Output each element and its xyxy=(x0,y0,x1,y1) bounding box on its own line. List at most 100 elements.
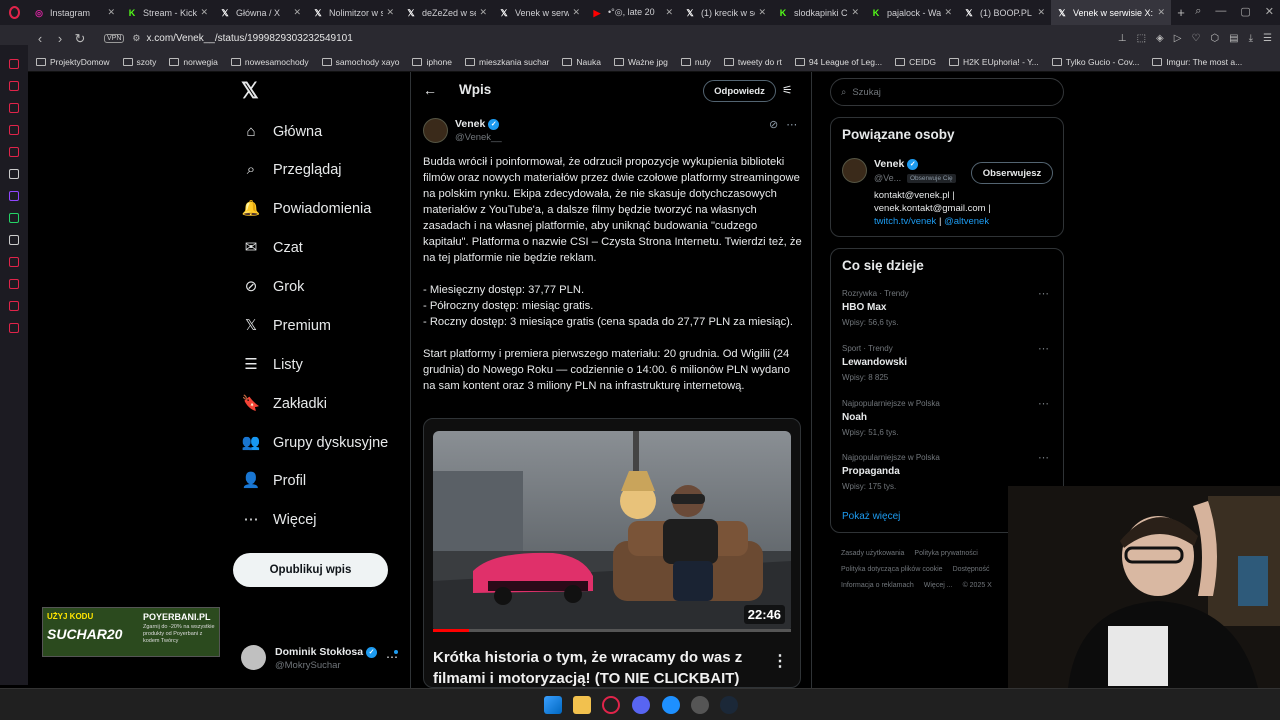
file-explorer-icon[interactable] xyxy=(573,696,591,714)
snapshot-icon[interactable]: ⬚ xyxy=(1137,33,1146,44)
nav-item-zakładki[interactable]: 🔖 Zakładki xyxy=(241,392,327,416)
bio-mention[interactable]: @altvenek xyxy=(944,216,989,227)
windows-start-icon[interactable] xyxy=(544,696,562,714)
browser-tab[interactable]: 𝕏 (1) BOOP.PL w✕ xyxy=(958,0,1051,25)
back-nav-icon[interactable]: ‹ xyxy=(30,31,50,46)
video-progress[interactable] xyxy=(433,629,791,632)
footer-link[interactable]: Dostępność xyxy=(953,562,990,578)
footer-link[interactable]: Zasady użytkowania xyxy=(841,546,904,562)
nav-item-powiadomienia[interactable]: 🔔 Powiadomienia xyxy=(241,197,372,221)
heart-icon[interactable]: ♡ xyxy=(1191,33,1200,44)
close-tab-icon[interactable]: ✕ xyxy=(758,7,766,18)
download-icon[interactable]: ⤓ xyxy=(1249,33,1253,44)
minimize-button[interactable]: — xyxy=(1215,5,1226,18)
account-switcher[interactable]: Dominik Stokłosa ✓ @MokrySuchar ⋯ xyxy=(241,645,406,675)
bookmark-item[interactable]: samochody xayo xyxy=(321,57,399,67)
close-tab-icon[interactable]: ✕ xyxy=(200,7,208,18)
footer-link[interactable]: Więcej ... xyxy=(924,578,953,594)
obs-icon[interactable] xyxy=(691,696,709,714)
steam-icon[interactable] xyxy=(720,696,738,714)
nav-item-czat[interactable]: ✉ Czat xyxy=(241,236,303,260)
discord-icon[interactable] xyxy=(632,696,650,714)
close-tab-icon[interactable]: ✕ xyxy=(479,7,487,18)
bookmark-item[interactable]: Tylko Gucio - Cov... xyxy=(1051,57,1139,67)
trend-more-icon[interactable]: ⋯ xyxy=(1038,397,1049,410)
nav-item-przeglądaj[interactable]: ⌕ Przeglądaj xyxy=(241,158,342,182)
x-logo-icon[interactable]: 𝕏 xyxy=(241,78,259,104)
nav-item-grupy-dyskusyjne[interactable]: 👥 Grupy dyskusyjne xyxy=(241,431,389,455)
sidebar-history-icon[interactable] xyxy=(9,81,19,91)
close-tab-icon[interactable]: ✕ xyxy=(851,7,859,18)
sidebar-messenger-icon[interactable] xyxy=(9,59,19,69)
sidebar-music-icon[interactable] xyxy=(9,257,19,267)
sidebar-mail-icon[interactable] xyxy=(9,147,19,157)
browser-tab[interactable]: 𝕏 Venek w serwis✕ xyxy=(493,0,586,25)
search-tabs-icon[interactable]: ⌕ xyxy=(1195,5,1201,18)
sidebar-settings-icon[interactable] xyxy=(9,323,19,333)
close-tab-icon[interactable]: ✕ xyxy=(107,7,115,18)
sidebar-twitch-icon[interactable] xyxy=(9,191,19,201)
back-arrow-icon[interactable]: ← xyxy=(423,82,437,98)
related-handle[interactable]: @Ve... xyxy=(874,173,901,183)
trend-more-icon[interactable]: ⋯ xyxy=(1038,451,1049,464)
sidebar-aria-icon[interactable] xyxy=(9,169,19,179)
author-name[interactable]: Venek xyxy=(455,118,485,130)
new-tab-button[interactable]: + xyxy=(1171,5,1191,20)
grok-icon[interactable]: ⊘ xyxy=(769,118,778,131)
nav-item-grok[interactable]: ⊘ Grok xyxy=(241,275,305,299)
opera-logo-icon[interactable] xyxy=(0,0,28,25)
browser-tab[interactable]: 𝕏 Główna / X ✕ xyxy=(214,0,307,25)
site-info-icon[interactable]: ⚙ xyxy=(132,33,140,44)
bookmark-item[interactable]: tweety do rt xyxy=(723,57,782,67)
messenger-icon[interactable] xyxy=(662,696,680,714)
sidebar-bag-icon[interactable] xyxy=(9,103,19,113)
browser-tab[interactable]: 𝕏 Venek w serwisie X: „Bud✕ xyxy=(1051,0,1171,25)
browser-tab[interactable]: ◎ Instagram ✕ xyxy=(28,0,121,25)
settings-sliders-icon[interactable]: ⚟ xyxy=(782,83,793,97)
bookmark-item[interactable]: H2K EUphoria! - Y... xyxy=(949,57,1039,67)
video-thumbnail[interactable]: 22:46 xyxy=(433,431,791,632)
shield-icon[interactable]: ◈ xyxy=(1156,33,1164,44)
sidebar-clock-icon[interactable] xyxy=(9,279,19,289)
bookmark-item[interactable]: Nauka xyxy=(562,57,601,67)
footer-link[interactable]: Informacja o reklamach xyxy=(841,578,914,594)
nav-item-główna[interactable]: ⌂ Główna xyxy=(241,120,322,144)
nav-item-listy[interactable]: ☰ Listy xyxy=(241,353,303,377)
close-tab-icon[interactable]: ✕ xyxy=(1157,7,1165,18)
trend-more-icon[interactable]: ⋯ xyxy=(1038,342,1049,355)
video-more-icon[interactable]: ⋮ xyxy=(772,651,788,671)
opera-taskbar-icon[interactable] xyxy=(602,696,620,714)
maximize-button[interactable]: ▢ xyxy=(1240,5,1250,18)
bookmark-item[interactable]: iphone xyxy=(412,57,452,67)
url-field[interactable]: x.com/Venek__/status/1999829303232549101 xyxy=(146,33,1117,44)
browser-tab[interactable]: ▶ •°◎, late 20 ✕ xyxy=(586,0,679,25)
browser-tab[interactable]: Kpajalock - Watc✕ xyxy=(865,0,958,25)
show-more-link[interactable]: Pokaż więcej xyxy=(842,511,900,522)
close-tab-icon[interactable]: ✕ xyxy=(1037,7,1045,18)
bookmark-item[interactable]: norwegia xyxy=(169,57,218,67)
footer-link[interactable]: Polityka prywatności xyxy=(914,546,977,562)
bookmark-item[interactable]: szoty xyxy=(122,57,156,67)
nav-item-premium[interactable]: 𝕏 Premium xyxy=(241,314,331,338)
bookmark-item[interactable]: 94 League of Leg... xyxy=(794,57,882,67)
nav-item-więcej[interactable]: ⋯ Więcej xyxy=(241,508,317,532)
close-tab-icon[interactable]: ✕ xyxy=(386,7,394,18)
search-input[interactable]: ⌕ Szukaj xyxy=(830,78,1064,106)
sidebar-x-icon[interactable] xyxy=(9,235,19,245)
trend-item[interactable]: Rozrywka · Trendy HBO Max Wpisy: 56,6 tys.… xyxy=(842,288,1057,327)
browser-tab[interactable]: 𝕏 Nolimitzor w se✕ xyxy=(307,0,400,25)
sidebar-chat-icon[interactable] xyxy=(9,125,19,135)
bookmark-item[interactable]: nowesamochody xyxy=(230,57,309,67)
play-icon[interactable]: ▷ xyxy=(1174,33,1182,44)
browser-tab[interactable]: K Stream - Kick D✕ xyxy=(121,0,214,25)
nav-item-profil[interactable]: 👤 Profil xyxy=(241,469,306,493)
close-tab-icon[interactable]: ✕ xyxy=(293,7,301,18)
close-window-button[interactable]: ✕ xyxy=(1265,5,1274,18)
following-button[interactable]: Obserwujesz xyxy=(971,162,1053,184)
browser-tab[interactable]: 𝕏deZeZed w ser ✕ xyxy=(400,0,493,25)
close-tab-icon[interactable]: ✕ xyxy=(944,7,952,18)
menu-icon[interactable]: ☰ xyxy=(1263,33,1272,44)
bookmark-item[interactable]: Imgur: The most a... xyxy=(1152,57,1242,67)
close-tab-icon[interactable]: ✕ xyxy=(665,7,673,18)
trend-item[interactable]: Sport · Trendy Lewandowski Wpisy: 8 825 ⋯ xyxy=(842,342,1057,382)
